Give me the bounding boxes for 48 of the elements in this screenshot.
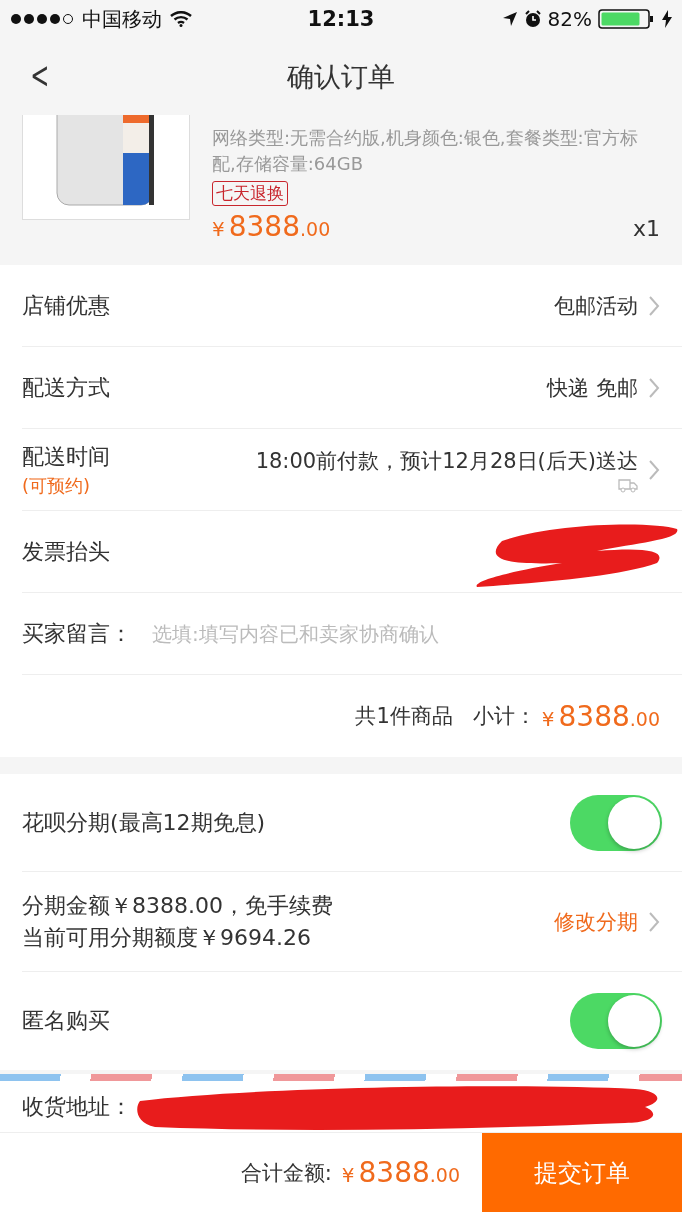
row-label: 花呗分期(最高12期免息) xyxy=(22,808,266,837)
back-button[interactable]: < xyxy=(26,52,54,98)
chevron-icon xyxy=(648,376,660,399)
return-policy-tag: 七天退换 xyxy=(212,181,288,206)
row-label: 买家留言： xyxy=(22,619,132,648)
location-icon xyxy=(501,11,518,27)
reservable-note: (可预约) xyxy=(22,473,92,498)
product-specs: 网络类型:无需合约版,机身颜色:银色,套餐类型:官方标配,存储容量:64GB xyxy=(212,126,639,176)
price-amount: 8388 xyxy=(228,210,300,243)
wifi-icon xyxy=(170,11,192,27)
address-label: 收货地址： xyxy=(22,1092,132,1121)
row-label: 匿名购买 xyxy=(22,1007,110,1035)
toggle-switch[interactable] xyxy=(570,794,662,851)
subtotal-label: 小计： xyxy=(472,703,536,730)
row-label: 店铺优惠 xyxy=(22,291,110,320)
carrier-name: 中国移动 xyxy=(82,5,162,33)
price-decimal: .00 xyxy=(629,707,660,730)
currency-symbol: ¥ xyxy=(341,1163,355,1187)
chevron-icon xyxy=(648,458,660,481)
chevron-icon xyxy=(648,910,660,933)
delivery-time[interactable]: 18:00前付款，预计12月28日(后天)送达 xyxy=(255,446,638,475)
alarm-icon xyxy=(523,10,542,28)
currency-symbol: ¥ xyxy=(212,217,225,241)
row-label: 发票抬头 xyxy=(22,537,110,566)
toggle-switch[interactable] xyxy=(570,993,662,1049)
message-field[interactable]: 选填:填写内容已和卖家协商确认 xyxy=(150,620,660,647)
total-label: 合计金额: xyxy=(240,1159,332,1187)
item-count: 共1件商品 xyxy=(355,703,453,730)
status-time: 12:13 xyxy=(307,7,375,31)
installment-amount: 分期金额￥8388.00，免手续费 xyxy=(22,891,333,920)
row-label: 配送方式 xyxy=(22,373,110,402)
currency-symbol: ¥ xyxy=(541,706,555,731)
battery-icon xyxy=(598,9,656,29)
truck-icon xyxy=(618,476,638,493)
row-value[interactable]: 包邮活动 xyxy=(554,291,638,320)
signal-icon xyxy=(10,13,74,25)
available-credit: 当前可用分期额度￥9694.26 xyxy=(22,923,312,952)
chevron-icon xyxy=(648,294,660,317)
charging-icon xyxy=(662,10,672,28)
price-decimal: .00 xyxy=(429,1164,460,1186)
page-title: 确认订单 xyxy=(287,59,395,94)
row-value[interactable]: 快递 免邮 xyxy=(547,373,638,402)
quantity: x1 xyxy=(632,216,660,241)
battery-percent: 82% xyxy=(547,7,592,31)
price-amount: 8388 xyxy=(558,699,630,733)
row-label: 配送时间 xyxy=(22,442,110,471)
price-amount: 8388 xyxy=(358,1156,430,1189)
price-decimal: .00 xyxy=(300,218,331,240)
